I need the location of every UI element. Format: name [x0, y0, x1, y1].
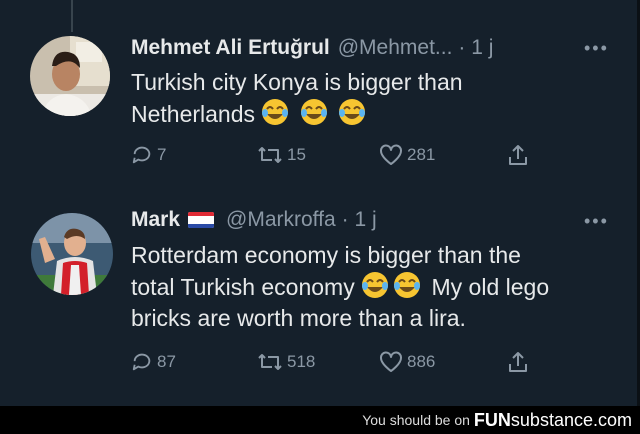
netherlands-flag-icon: [188, 212, 215, 228]
tweet-time[interactable]: · 1 j: [342, 208, 377, 232]
tweet-actions: 7 15 281: [131, 143, 529, 167]
laughing-emoji-icon: [362, 272, 389, 298]
reply-icon: [132, 146, 151, 164]
reply-icon: [132, 353, 151, 371]
author-handle[interactable]: @Mehmet...: [338, 36, 453, 60]
author-handle[interactable]: @Markroffa: [226, 208, 336, 232]
like-button[interactable]: 886: [379, 351, 507, 373]
logo-tld: .com: [592, 409, 632, 430]
thread-line: [71, 0, 73, 32]
like-count: 281: [407, 145, 436, 164]
tweet-header: Mark @Markroffa · 1 j: [131, 208, 377, 232]
tweet-text: Rotterdam economy is bigger than the tot…: [131, 240, 621, 334]
tweet-text: Turkish city Konya is bigger than Nether…: [131, 67, 551, 130]
avatar[interactable]: [30, 36, 110, 116]
tweet-text-content: Turkish city Konya is bigger than Nether…: [131, 69, 463, 127]
logo-substance: substance: [510, 409, 593, 430]
retweet-icon: [258, 147, 282, 163]
reply-count: 87: [157, 352, 176, 371]
more-options-icon[interactable]: •••: [584, 211, 609, 232]
tweet-text-content: total Turkish economy: [131, 274, 355, 300]
share-button[interactable]: [507, 350, 529, 374]
retweet-count: 15: [287, 145, 306, 164]
heart-icon: [380, 351, 402, 372]
author-name[interactable]: Mehmet Ali Ertuğrul: [131, 36, 330, 60]
laughing-emoji-icon: [262, 99, 289, 125]
tweet-text-line: Rotterdam economy is bigger than the: [131, 242, 521, 268]
reply-count: 7: [157, 145, 167, 164]
more-options-icon[interactable]: •••: [584, 38, 609, 59]
share-icon: [509, 145, 527, 165]
share-icon: [509, 352, 527, 372]
tweet-actions: 87 518 886: [131, 350, 529, 374]
tweet-time[interactable]: · 1 j: [458, 36, 493, 60]
logo-fun: FUN: [473, 409, 511, 430]
tweet-header: Mehmet Ali Ertuğrul @Mehmet... · 1 j: [131, 36, 493, 60]
funsubstance-logo: FUNsubstance.com: [474, 410, 632, 431]
avatar[interactable]: [31, 213, 113, 295]
tweet-text-line: total Turkish economy My old lego: [131, 271, 621, 303]
laughing-emoji-icon: [300, 99, 327, 125]
retweet-button[interactable]: 518: [257, 351, 379, 373]
tweet-text-content: My old lego: [431, 274, 550, 300]
retweet-button[interactable]: 15: [257, 144, 379, 166]
footer-prefix: You should be on: [362, 412, 470, 428]
laughing-emoji-icon: [394, 272, 421, 298]
share-button[interactable]: [507, 143, 529, 167]
retweet-icon: [258, 354, 282, 370]
reply-button[interactable]: 87: [131, 351, 257, 373]
like-count: 886: [407, 352, 436, 371]
tweet-text-line: bricks are worth more than a lira.: [131, 305, 466, 331]
like-button[interactable]: 281: [379, 144, 507, 166]
reply-button[interactable]: 7: [131, 144, 257, 166]
author-name[interactable]: Mark: [131, 208, 180, 232]
laughing-emoji-icon: [339, 99, 366, 125]
retweet-count: 518: [287, 352, 316, 371]
funsubstance-footer: You should be on FUNsubstance.com: [0, 406, 640, 434]
heart-icon: [380, 144, 402, 165]
